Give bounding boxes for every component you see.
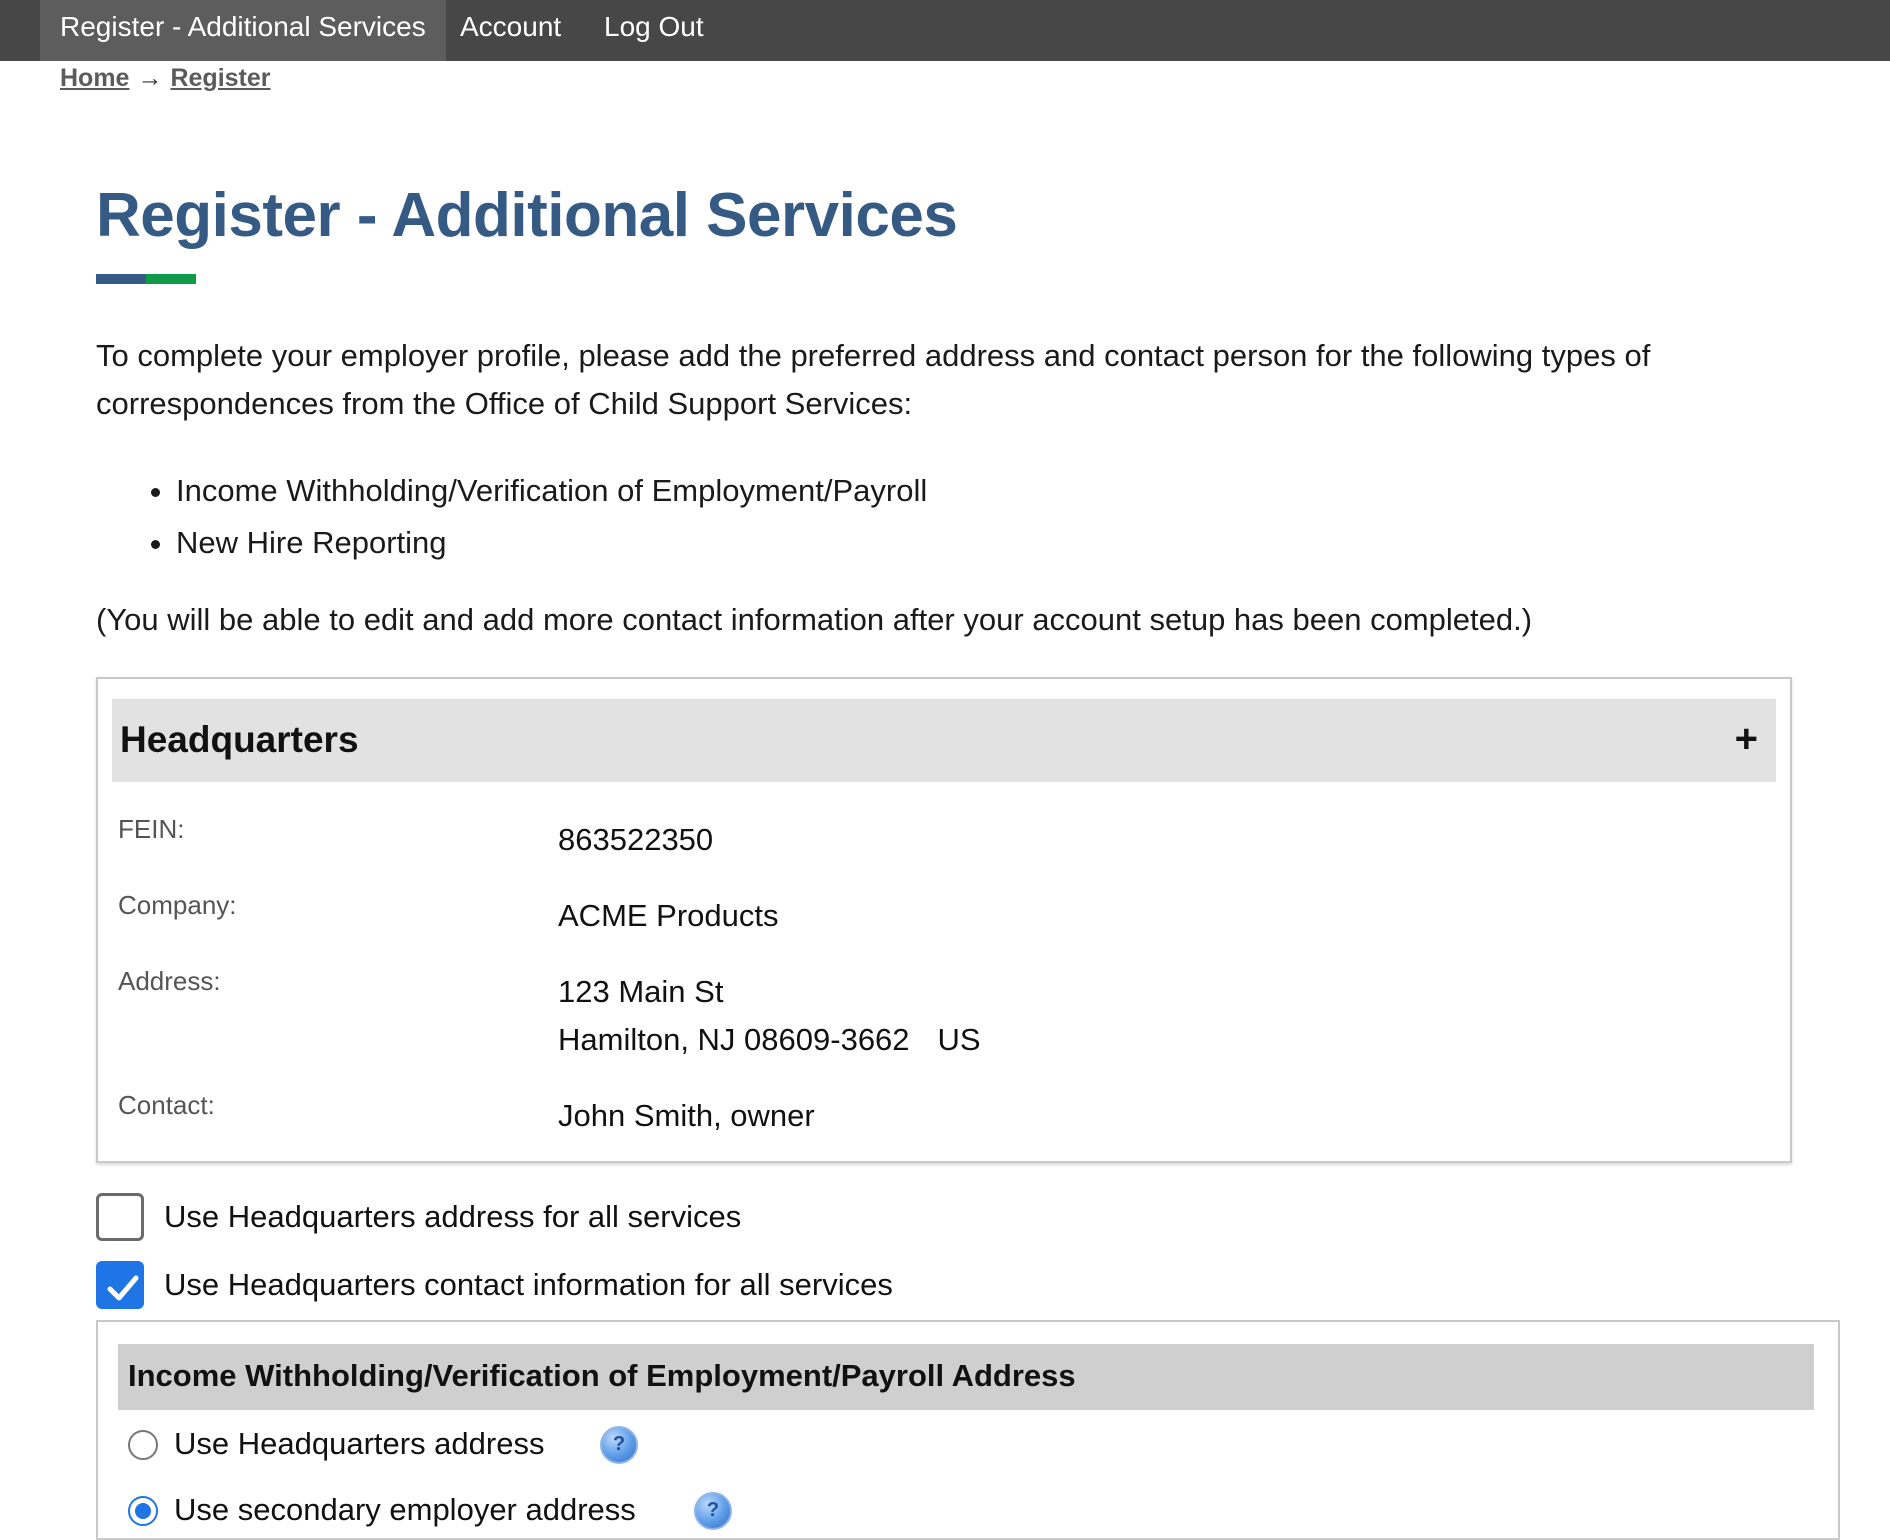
checkmark-icon — [107, 1275, 139, 1301]
address-label: Address: — [118, 966, 221, 996]
company-label: Company: — [118, 890, 237, 920]
help-question-icon[interactable]: ? — [600, 1426, 638, 1464]
address-line-1: 123 Main St — [558, 974, 724, 1009]
use-hq-contact-label: Use Headquarters contact information for… — [164, 1267, 893, 1302]
radio-hq-address[interactable] — [128, 1430, 158, 1460]
contact-label: Contact: — [118, 1090, 215, 1120]
radio-secondary-address[interactable] — [128, 1496, 158, 1526]
use-hq-contact-checkbox[interactable] — [96, 1261, 144, 1309]
edit-note: (You will be able to edit and add more c… — [96, 602, 1533, 637]
nav-account[interactable]: Account — [460, 0, 561, 61]
address-country: US — [937, 1022, 981, 1057]
breadcrumb-separator: → — [137, 64, 163, 92]
page-title: Register - Additional Services — [96, 181, 958, 250]
breadcrumb-register-link[interactable]: Register — [170, 64, 270, 92]
services-list: Income Withholding/Verification of Emplo… — [96, 465, 927, 569]
nav-log-out[interactable]: Log Out — [604, 0, 704, 61]
address-line-2: Hamilton, NJ 08609-3662 US — [558, 1016, 981, 1064]
title-underline-blue — [96, 274, 146, 284]
breadcrumb: Home → Register — [60, 64, 271, 93]
radio-secondary-address-label: Use secondary employer address — [174, 1492, 636, 1527]
service-item-income-withholding: Income Withholding/Verification of Emplo… — [176, 465, 927, 517]
income-withholding-panel: Income Withholding/Verification of Emplo… — [96, 1320, 1840, 1540]
address-city-state-zip: Hamilton, NJ 08609-3662 — [558, 1022, 910, 1057]
title-underline — [96, 274, 196, 284]
income-withholding-header: Income Withholding/Verification of Emplo… — [118, 1344, 1814, 1410]
headquarters-header: Headquarters + — [112, 699, 1776, 782]
contact-value: John Smith, owner — [558, 1098, 815, 1133]
use-hq-address-checkbox[interactable] — [96, 1193, 144, 1241]
headquarters-panel: Headquarters + FEIN: 863522350 Company: … — [96, 677, 1792, 1163]
title-underline-green — [146, 274, 196, 284]
expand-plus-icon[interactable]: + — [1735, 717, 1758, 762]
headquarters-title: Headquarters — [120, 719, 359, 760]
help-question-icon[interactable]: ? — [694, 1492, 732, 1530]
radio-hq-address-label: Use Headquarters address — [174, 1426, 545, 1461]
nav-register-additional-services[interactable]: Register - Additional Services — [40, 0, 446, 61]
service-item-new-hire: New Hire Reporting — [176, 517, 927, 569]
address-value: 123 Main St Hamilton, NJ 08609-3662 US — [558, 968, 981, 1064]
income-withholding-title: Income Withholding/Verification of Emplo… — [128, 1358, 1076, 1393]
fein-value: 863522350 — [558, 822, 714, 857]
top-navigation: Register - Additional Services Account L… — [0, 0, 1890, 61]
fein-label: FEIN: — [118, 814, 185, 844]
breadcrumb-home-link[interactable]: Home — [60, 64, 129, 92]
intro-text: To complete your employer profile, pleas… — [96, 338, 1651, 421]
use-hq-address-label: Use Headquarters address for all service… — [164, 1199, 742, 1234]
company-value: ACME Products — [558, 898, 779, 933]
